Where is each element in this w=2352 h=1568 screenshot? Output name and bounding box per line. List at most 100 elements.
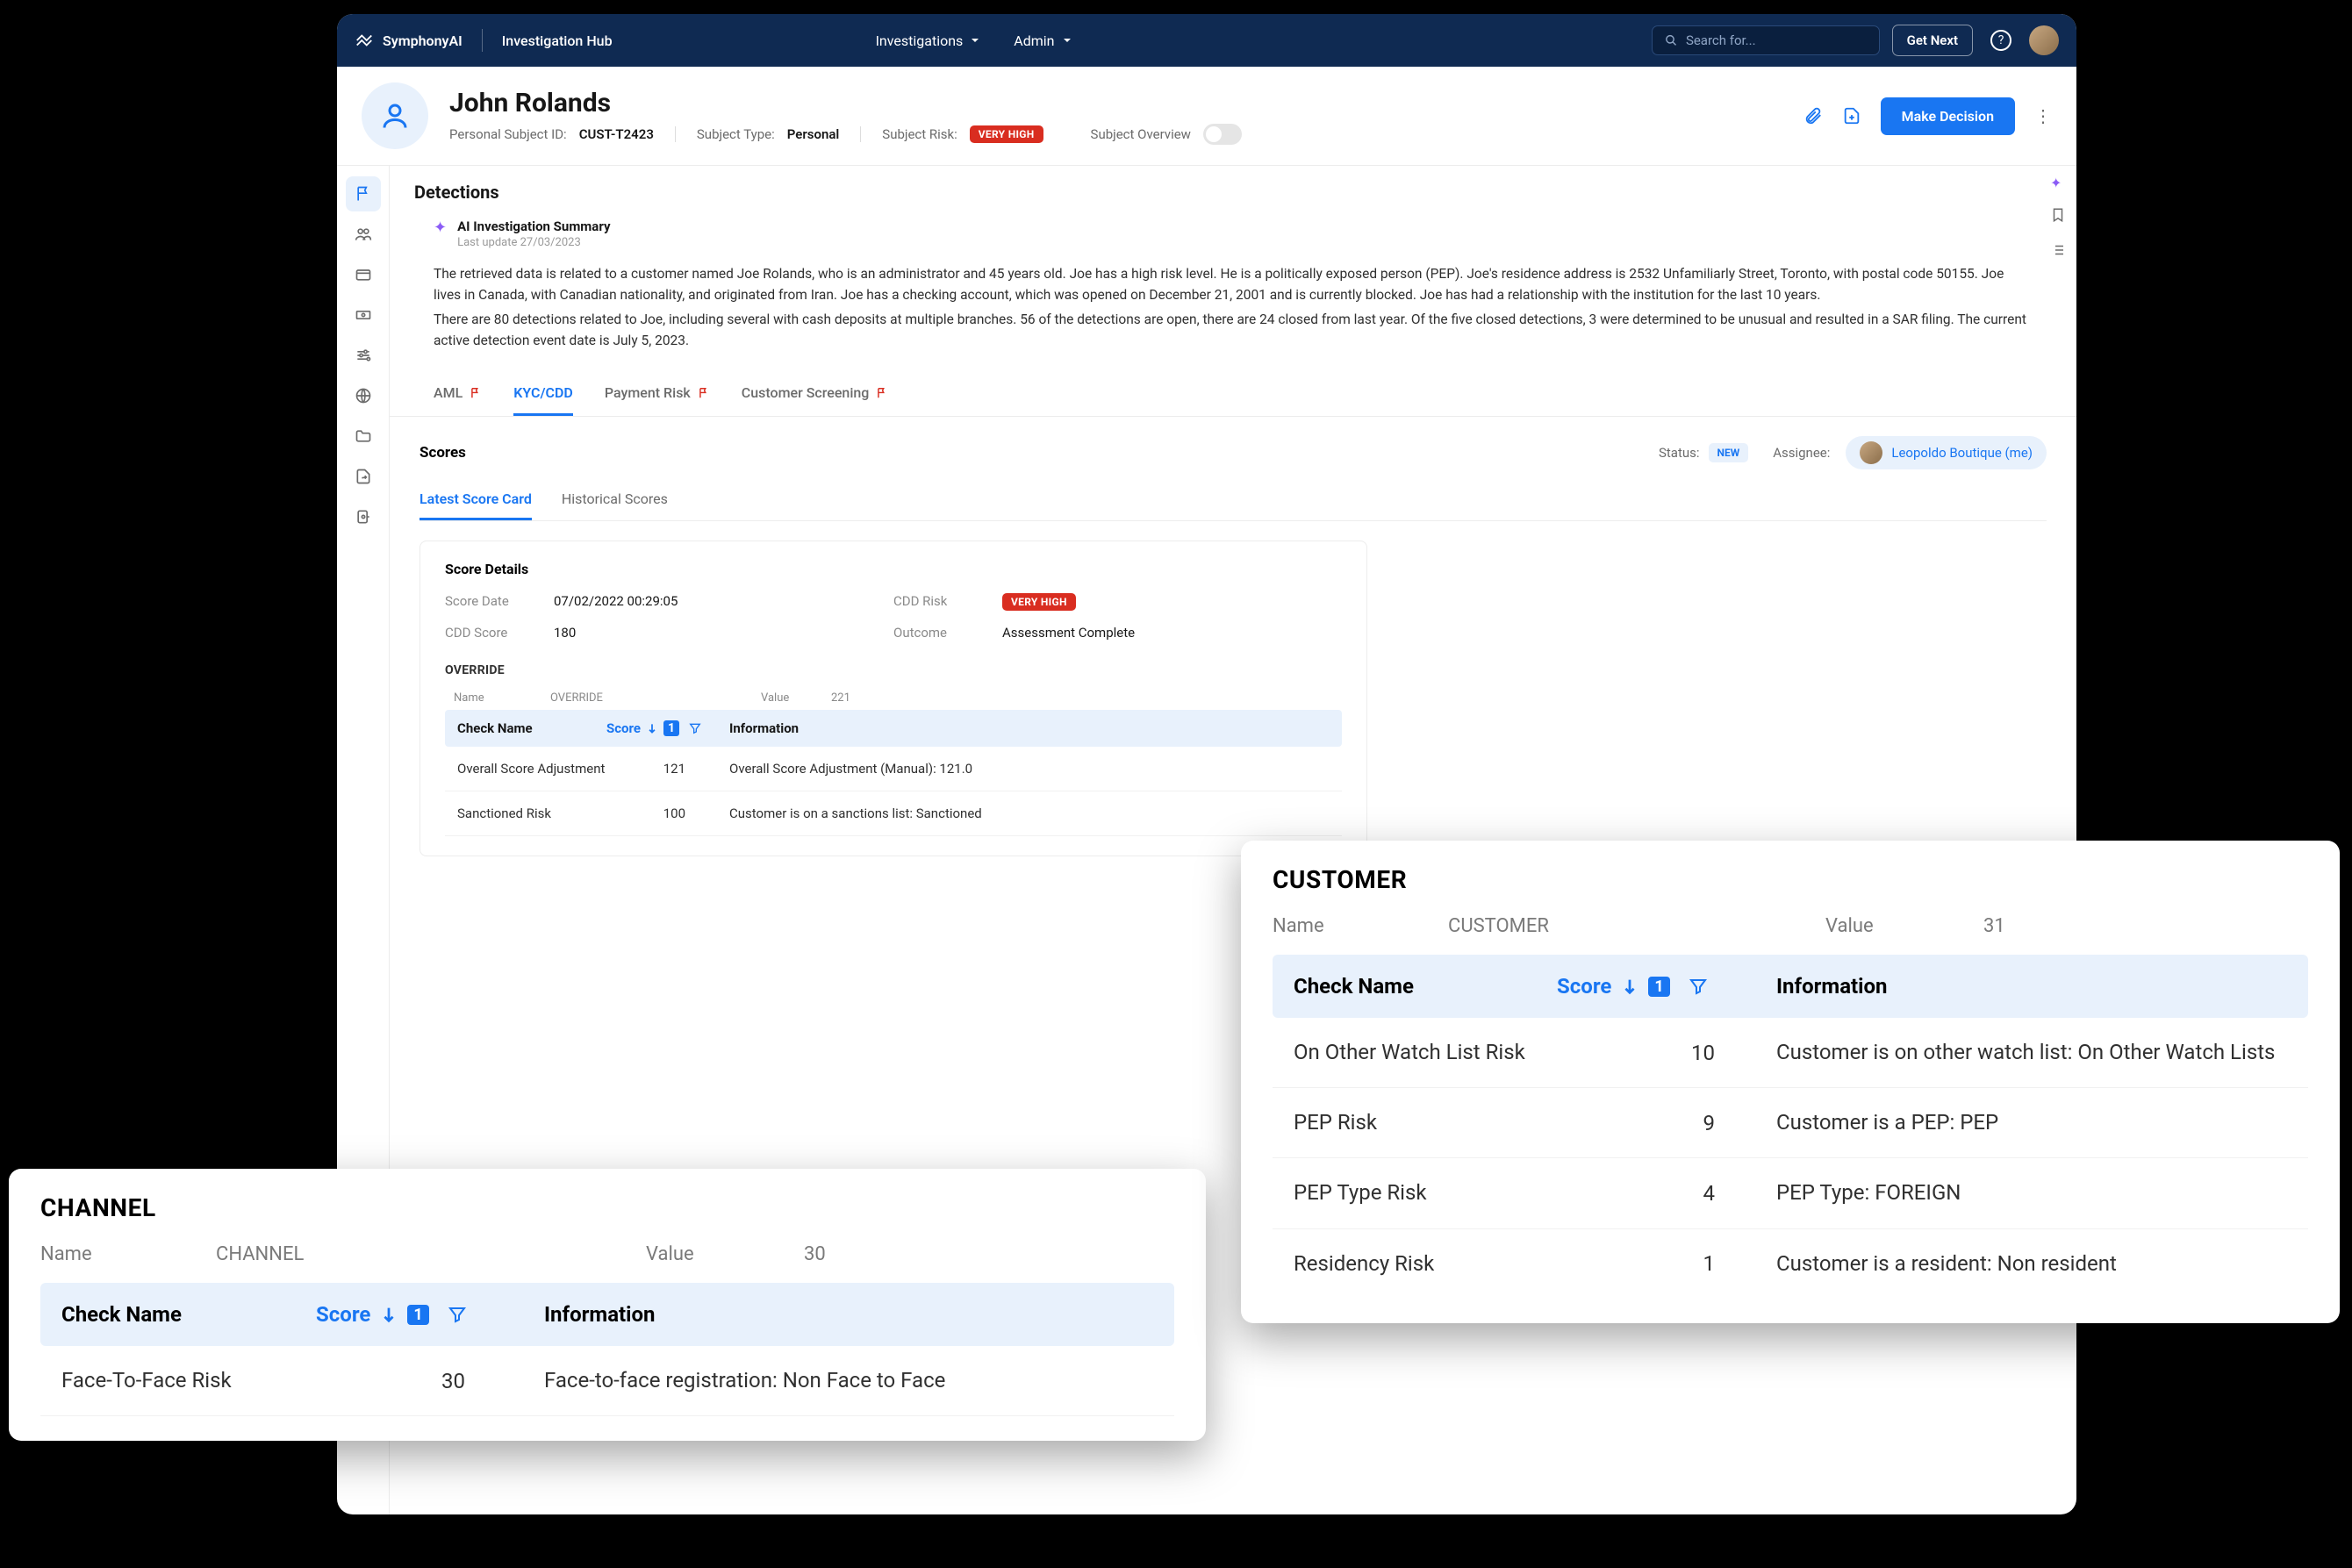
nav-investigations[interactable]: Investigations [876, 32, 981, 49]
table-row: PEP Type Risk4PEP Type: FOREIGN [1273, 1158, 2308, 1228]
mini-value-label: Value [761, 691, 831, 705]
col-score-label: Score [606, 720, 641, 736]
col-check[interactable]: Check Name [1294, 974, 1557, 999]
score-date-label: Score Date [445, 593, 533, 611]
sidebar-money[interactable] [346, 297, 381, 333]
cdd-risk-badge: VERY HIGH [1002, 593, 1076, 611]
tab-aml[interactable]: AML [434, 372, 482, 416]
hub-label: Investigation Hub [502, 32, 613, 49]
more-menu-icon[interactable]: ⋮ [2034, 105, 2052, 126]
sidebar-detections[interactable] [346, 176, 381, 211]
list-icon[interactable] [2050, 242, 2066, 261]
scores-bar: Scores Status: NEW Assignee: Leopoldo Bo… [419, 436, 2047, 469]
flag-icon [698, 387, 710, 399]
ai-paragraph-1: The retrieved data is related to a custo… [434, 263, 2033, 305]
col-check[interactable]: Check Name [457, 720, 606, 736]
cell-info: Face-to-face registration: Non Face to F… [544, 1367, 1153, 1394]
cell-info: Overall Score Adjustment (Manual): 121.0 [729, 761, 1330, 777]
sidebar-card[interactable] [346, 257, 381, 292]
sidebar-secure[interactable] [346, 499, 381, 534]
override-title: OVERRIDE [445, 663, 1342, 677]
sidebar-settings[interactable] [346, 338, 381, 373]
tab-payment[interactable]: Payment Risk [605, 372, 710, 416]
status-badge: NEW [1709, 443, 1749, 462]
col-score[interactable]: Score1 [316, 1302, 544, 1327]
cell-info: Customer is on a sanctions list: Sanctio… [729, 805, 1330, 821]
mini-name-value: OVERRIDE [550, 691, 761, 705]
mini-name-label: Name [454, 691, 550, 705]
channel-title: CHANNEL [40, 1193, 1174, 1222]
subject-info: John Rolands Personal Subject ID: CUST-T… [449, 88, 1242, 145]
mini-value: 30 [804, 1243, 826, 1265]
cell-info: Customer is a PEP: PEP [1776, 1109, 2287, 1136]
cell-info: PEP Type: FOREIGN [1776, 1179, 2287, 1206]
make-decision-button[interactable]: Make Decision [1881, 97, 2015, 135]
filter-icon[interactable] [447, 1304, 468, 1325]
ai-summary: ✦ AI Investigation Summary Last update 2… [390, 218, 2076, 372]
scores-area: Scores Status: NEW Assignee: Leopoldo Bo… [390, 417, 2076, 876]
bookmark-icon[interactable] [2050, 207, 2066, 226]
header-actions: Make Decision ⋮ [1803, 97, 2052, 135]
sort-down-icon [1620, 977, 1639, 996]
filter-icon[interactable] [1688, 976, 1709, 997]
globe-icon [355, 387, 372, 405]
cell-check: PEP Risk [1294, 1109, 1557, 1136]
cell-score: 100 [606, 805, 729, 821]
cdd-risk-label: CDD Risk [893, 593, 981, 611]
sidebar-folder[interactable] [346, 419, 381, 454]
outcome-label: Outcome [893, 625, 981, 641]
filter-icon[interactable] [688, 721, 702, 735]
help-icon[interactable]: ? [1990, 30, 2011, 51]
cell-check: Residency Risk [1294, 1250, 1557, 1278]
col-info[interactable]: Information [729, 720, 1330, 736]
subtab-historical[interactable]: Historical Scores [562, 480, 668, 520]
ai-updated: Last update 27/03/2023 [457, 236, 610, 249]
sparkle-icon[interactable]: ✦ [2050, 175, 2066, 191]
sort-down-icon [646, 722, 658, 734]
overview-toggle[interactable] [1203, 124, 1242, 145]
people-icon [355, 226, 372, 243]
tab-kyc[interactable]: KYC/CDD [513, 372, 573, 416]
table-row: Sanctioned Risk100Customer is on a sanct… [445, 791, 1342, 836]
col-check[interactable]: Check Name [61, 1302, 316, 1327]
col-info[interactable]: Information [1776, 974, 2287, 999]
sidebar-globe[interactable] [346, 378, 381, 413]
section-title: Detections [414, 182, 499, 203]
search-input[interactable] [1686, 32, 1867, 48]
cdd-score-label: CDD Score [445, 625, 533, 641]
col-score[interactable]: Score1 [606, 720, 729, 736]
mini-name-value: CUSTOMER [1448, 915, 1825, 937]
score-details-title: Score Details [445, 561, 1342, 577]
tab-screening-label: Customer Screening [742, 384, 870, 401]
chevron-down-icon [970, 35, 980, 46]
attachment-icon[interactable] [1803, 106, 1823, 125]
table-row: Overall Score Adjustment121Overall Score… [445, 747, 1342, 791]
user-avatar[interactable] [2029, 25, 2059, 55]
sidebar-people[interactable] [346, 217, 381, 252]
chevron-down-icon [1062, 35, 1072, 46]
tab-screening[interactable]: Customer Screening [742, 372, 889, 416]
col-info[interactable]: Information [544, 1302, 1153, 1327]
col-score[interactable]: Score1 [1557, 974, 1776, 999]
person-icon [379, 100, 411, 132]
customer-card: CUSTOMER Name CUSTOMER Value 31 Check Na… [1241, 841, 2340, 1323]
cell-check: Overall Score Adjustment [457, 761, 606, 777]
channel-table-header: Check Name Score1 Information [40, 1283, 1174, 1346]
search-box[interactable] [1652, 25, 1880, 55]
nav-admin[interactable]: Admin [1014, 32, 1072, 49]
get-next-button[interactable]: Get Next [1892, 25, 1973, 56]
tab-aml-label: AML [434, 384, 463, 401]
flag-icon [470, 387, 482, 399]
subject-name: John Rolands [449, 88, 1242, 118]
subtab-latest[interactable]: Latest Score Card [419, 480, 532, 520]
sidebar-export[interactable] [346, 459, 381, 494]
cell-check: PEP Type Risk [1294, 1179, 1557, 1206]
assignee-chip[interactable]: Leopoldo Boutique (me) [1846, 436, 2047, 469]
risk-label: Subject Risk: [882, 126, 957, 142]
risk-badge: VERY HIGH [970, 125, 1043, 143]
cell-check: Face-To-Face Risk [61, 1367, 316, 1394]
brand-logo[interactable]: SymphonyAI [355, 31, 463, 50]
score-date-value: 07/02/2022 00:29:05 [554, 593, 678, 611]
customer-mini-header: Name CUSTOMER Value 31 [1273, 915, 2308, 937]
document-add-icon[interactable] [1842, 106, 1861, 125]
